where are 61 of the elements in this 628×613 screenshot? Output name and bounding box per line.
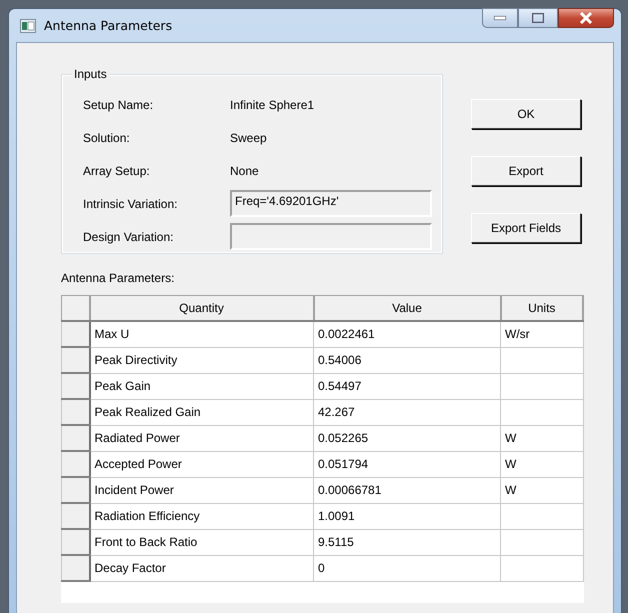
close-button[interactable] bbox=[558, 8, 614, 28]
input-label: Solution: bbox=[83, 130, 131, 144]
table-cell: 0.00066781 bbox=[314, 477, 500, 503]
input-field[interactable] bbox=[230, 223, 432, 250]
close-icon bbox=[579, 12, 593, 24]
table-cell: 0.052265 bbox=[314, 425, 500, 451]
input-label: Intrinsic Variation: bbox=[83, 196, 178, 210]
input-label: Setup Name: bbox=[83, 98, 154, 112]
corner-cell bbox=[62, 296, 90, 321]
table-cell: W bbox=[500, 425, 583, 451]
table-cell: Decay Factor bbox=[90, 555, 314, 581]
row-header[interactable] bbox=[62, 529, 90, 555]
table-cell: 0.54497 bbox=[314, 373, 500, 399]
table-cell: 0.54006 bbox=[314, 347, 500, 373]
input-value: Sweep bbox=[230, 130, 267, 144]
table-cell: 0 bbox=[314, 555, 500, 581]
row-header[interactable] bbox=[62, 425, 90, 451]
table-cell: Max U bbox=[90, 321, 314, 347]
table-cell: W bbox=[500, 451, 583, 477]
input-label: Array Setup: bbox=[83, 164, 151, 178]
table-cell: Peak Gain bbox=[90, 373, 314, 399]
minimize-button[interactable] bbox=[482, 8, 518, 28]
dialog-button[interactable]: OK bbox=[471, 99, 581, 129]
group-label: Inputs bbox=[72, 67, 109, 81]
window-title: Antenna Parameters bbox=[44, 18, 174, 33]
table-cell: 42.267 bbox=[314, 399, 500, 425]
minimize-icon bbox=[494, 16, 506, 20]
input-value: None bbox=[230, 164, 259, 178]
table-cell: Front to Back Ratio bbox=[90, 529, 314, 555]
maximize-button[interactable] bbox=[518, 8, 558, 28]
table-cell: Accepted Power bbox=[90, 451, 314, 477]
input-label: Design Variation: bbox=[83, 230, 174, 244]
column-header[interactable]: Value bbox=[314, 296, 500, 321]
row-header[interactable] bbox=[62, 347, 90, 373]
row-header[interactable] bbox=[62, 477, 90, 503]
table-cell: W bbox=[500, 477, 583, 503]
table-cell: 1.0091 bbox=[314, 503, 500, 529]
maximize-icon bbox=[532, 13, 544, 23]
table-cell: Peak Realized Gain bbox=[90, 399, 314, 425]
dialog-button[interactable]: Export bbox=[471, 156, 581, 186]
row-header[interactable] bbox=[62, 555, 90, 581]
table-cell: Radiation Efficiency bbox=[90, 503, 314, 529]
input-value: Infinite Sphere1 bbox=[230, 98, 314, 112]
table-cell: Peak Directivity bbox=[90, 347, 314, 373]
column-header[interactable]: Units bbox=[500, 296, 583, 321]
table-cell: Radiated Power bbox=[90, 425, 314, 451]
table-cell: 0.051794 bbox=[314, 451, 500, 477]
dialog-button[interactable]: Export Fields bbox=[471, 213, 581, 243]
row-header[interactable] bbox=[62, 321, 90, 347]
row-header[interactable] bbox=[62, 373, 90, 399]
window-icon bbox=[20, 18, 36, 32]
table-cell: 9.5115 bbox=[314, 529, 500, 555]
table-cell: W/sr bbox=[500, 321, 583, 347]
table-cell: 0.0022461 bbox=[314, 321, 500, 347]
table-label: Antenna Parameters: bbox=[61, 271, 176, 285]
row-header[interactable] bbox=[62, 399, 90, 425]
input-field[interactable]: Freq='4.69201GHz' bbox=[230, 190, 432, 217]
table-cell: Incident Power bbox=[90, 477, 314, 503]
row-header[interactable] bbox=[62, 451, 90, 477]
row-header[interactable] bbox=[62, 503, 90, 529]
column-header[interactable]: Quantity bbox=[90, 296, 314, 321]
